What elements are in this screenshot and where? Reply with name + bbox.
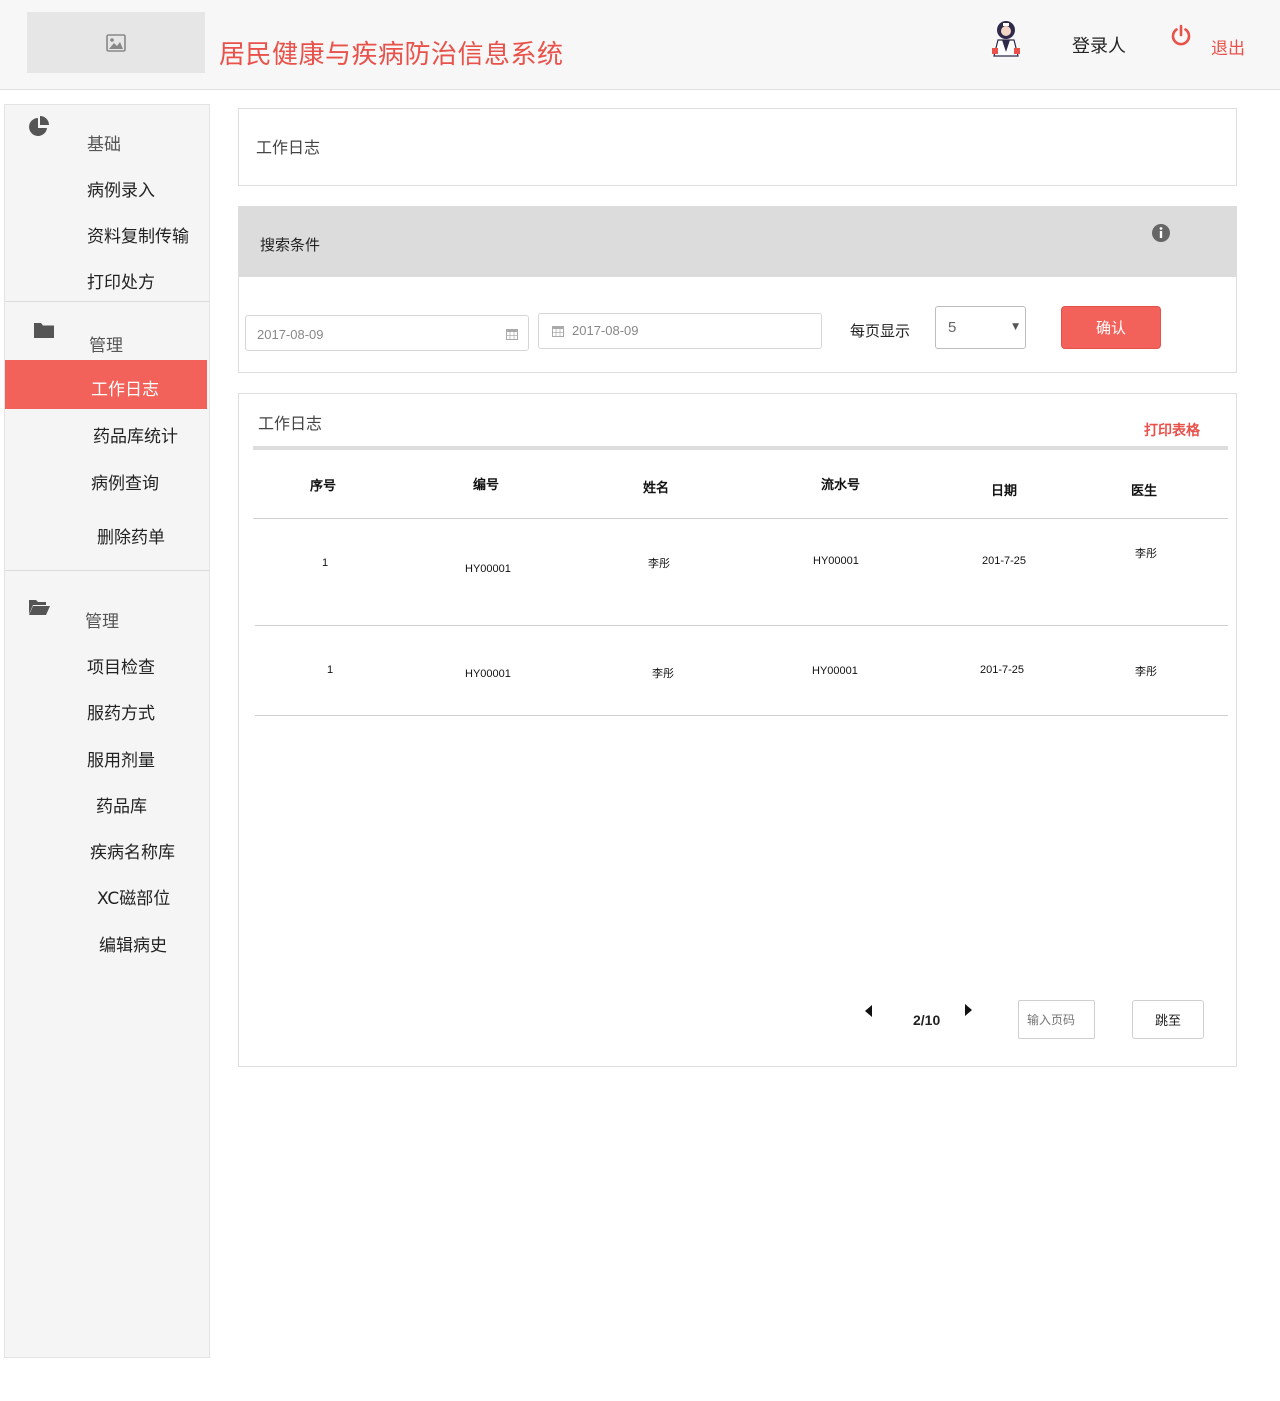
- confirm-button[interactable]: 确认: [1061, 306, 1161, 349]
- sidebar-item-xc-position[interactable]: XC磁部位: [97, 884, 170, 909]
- table-top-bar: [253, 446, 1228, 450]
- user-label[interactable]: 登录人: [1072, 32, 1126, 58]
- sidebar-group-title-manage[interactable]: 管理: [89, 331, 123, 356]
- row-divider: [255, 715, 1228, 716]
- folder-icon: [34, 323, 54, 338]
- sidebar-item-work-log[interactable]: 工作日志: [5, 360, 207, 409]
- caret-left-icon[interactable]: [863, 1004, 873, 1018]
- sidebar-item-drug-stats[interactable]: 药品库统计: [93, 422, 178, 447]
- print-table-link[interactable]: 打印表格: [1144, 420, 1200, 440]
- sidebar-item-case-entry[interactable]: 病例录入: [87, 176, 155, 201]
- start-date-value: 2017-08-09: [257, 327, 324, 342]
- app-title: 居民健康与疾病防治信息系统: [219, 40, 564, 70]
- sidebar-item-data-transfer[interactable]: 资料复制传输: [87, 222, 189, 247]
- jump-button[interactable]: 跳至: [1132, 1000, 1204, 1039]
- cell-serial: HY00001: [812, 665, 858, 677]
- folder-open-icon: [29, 600, 50, 615]
- sidebar-item-edit-history[interactable]: 编辑病史: [99, 931, 167, 956]
- per-page-value: 5: [948, 319, 957, 336]
- sidebar-item-medication-method[interactable]: 服药方式: [87, 699, 155, 724]
- page-title: 工作日志: [256, 138, 321, 157]
- table-title: 工作日志: [258, 414, 323, 433]
- cell-doctor: 李彤: [1135, 548, 1157, 560]
- cell-name: 李彤: [652, 668, 674, 680]
- per-page-label: 每页显示: [850, 322, 911, 340]
- caret-right-icon[interactable]: [964, 1003, 974, 1017]
- end-date-input[interactable]: 2017-08-09: [538, 313, 822, 349]
- column-header-code: 编号: [473, 478, 500, 493]
- chevron-down-icon: ▼: [1012, 322, 1019, 332]
- sidebar-item-delete-prescription[interactable]: 删除药单: [97, 523, 165, 548]
- column-header-serial: 流水号: [821, 478, 861, 493]
- logo-placeholder: [27, 12, 205, 73]
- end-date-value: 2017-08-09: [572, 323, 639, 338]
- cell-doctor: 李彤: [1135, 666, 1157, 678]
- top-header: 居民健康与疾病防治信息系统 登录人 退出: [0, 0, 1280, 90]
- sidebar-item-print-prescription[interactable]: 打印处方: [87, 268, 155, 293]
- cell-date: 201-7-25: [980, 664, 1025, 676]
- cell-index: 1: [322, 557, 329, 569]
- cell-code: HY00001: [465, 563, 511, 575]
- sidebar-item-project-check[interactable]: 项目检查: [87, 653, 155, 678]
- sidebar-group-title-basic[interactable]: 基础: [87, 130, 121, 155]
- sidebar-item-dosage[interactable]: 服用剂量: [87, 746, 155, 771]
- cell-serial: HY00001: [813, 555, 859, 567]
- column-header-name: 姓名: [643, 481, 670, 496]
- page-title-panel: 工作日志: [238, 108, 1237, 186]
- start-date-input[interactable]: 2017-08-09: [245, 315, 529, 351]
- image-icon: [106, 33, 126, 52]
- sidebar: 基础 病例录入 资料复制传输 打印处方 管理 工作日志 药品库统计 病例查询 删…: [4, 104, 210, 1358]
- search-panel-header: 搜索条件: [239, 207, 1236, 277]
- power-icon[interactable]: [1170, 24, 1192, 46]
- table-header-divider: [253, 518, 1228, 519]
- info-icon[interactable]: [1151, 223, 1171, 243]
- sidebar-group-title-manage-2[interactable]: 管理: [85, 607, 119, 632]
- cell-code: HY00001: [465, 668, 511, 680]
- work-log-table-panel: 工作日志 打印表格 序号 编号 姓名 流水号 日期 医生 1 HY00001 李…: [238, 393, 1237, 1067]
- column-header-index: 序号: [310, 479, 337, 494]
- search-panel: 搜索条件 2017-08-09 2017-08-09 每页显示 5 ▼ 确认: [238, 206, 1237, 373]
- calendar-icon: [506, 329, 518, 340]
- sidebar-item-case-query[interactable]: 病例查询: [91, 469, 159, 494]
- search-title: 搜索条件: [260, 236, 321, 254]
- sidebar-item-label: 工作日志: [91, 380, 159, 400]
- column-header-date: 日期: [991, 484, 1018, 499]
- cell-name: 李彤: [648, 558, 670, 570]
- pie-chart-icon: [29, 116, 49, 136]
- sidebar-divider: [5, 301, 209, 302]
- page-number-input[interactable]: [1018, 1000, 1095, 1039]
- calendar-icon: [552, 326, 564, 337]
- per-page-select[interactable]: 5 ▼: [935, 306, 1026, 349]
- logout-link[interactable]: 退出: [1211, 34, 1245, 59]
- column-header-doctor: 医生: [1131, 484, 1158, 499]
- sidebar-divider: [5, 570, 209, 571]
- user-avatar-icon: [992, 21, 1020, 57]
- cell-date: 201-7-25: [982, 555, 1027, 567]
- row-divider: [255, 625, 1228, 626]
- page-indicator: 2/10: [913, 1012, 941, 1028]
- sidebar-item-drug-library[interactable]: 药品库: [96, 792, 147, 817]
- cell-index: 1: [327, 664, 334, 676]
- sidebar-item-disease-library[interactable]: 疾病名称库: [90, 838, 175, 863]
